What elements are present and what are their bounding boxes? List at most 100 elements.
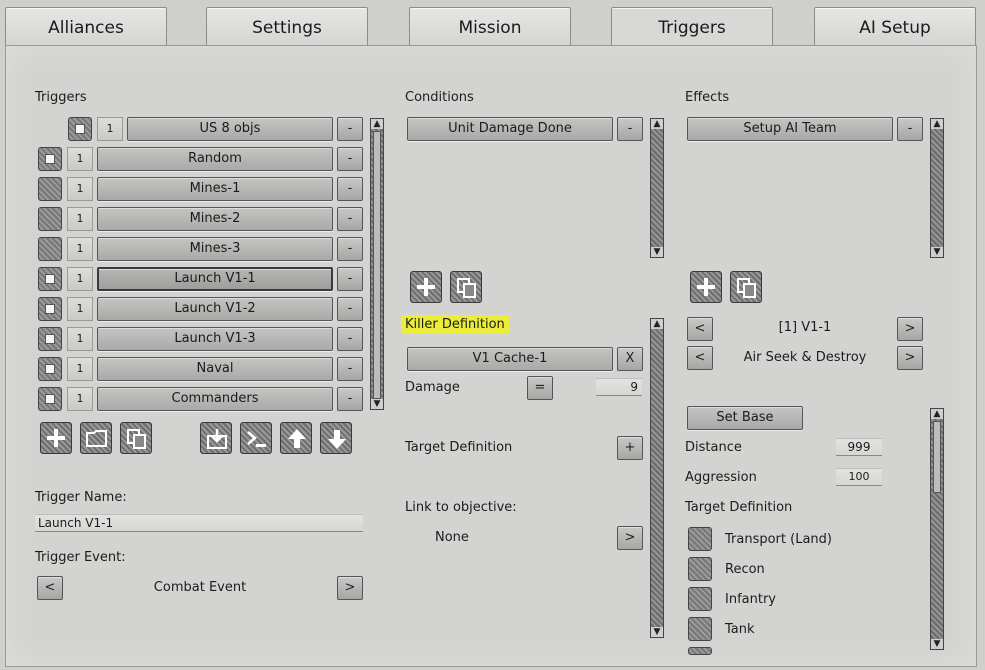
copy-effect-button[interactable] <box>730 271 762 303</box>
target-add-button[interactable]: + <box>617 436 643 460</box>
condition-details-scrollbar[interactable]: ▲ ▼ <box>650 318 664 638</box>
trigger-checkbox[interactable] <box>38 327 62 351</box>
effect-item[interactable]: Setup AI Team <box>687 117 893 141</box>
trigger-checkbox[interactable] <box>38 177 62 201</box>
trigger-checkbox[interactable] <box>38 267 62 291</box>
trigger-item[interactable]: Launch V1-3 <box>97 327 333 351</box>
tab-ai-setup[interactable]: AI Setup <box>814 7 976 46</box>
distance-input[interactable]: 999 <box>836 438 882 456</box>
target-checkbox[interactable] <box>688 647 712 655</box>
copy-condition-button[interactable] <box>450 271 482 303</box>
trigger-remove-button[interactable]: - <box>337 147 363 171</box>
aggression-input[interactable]: 100 <box>836 468 882 486</box>
trigger-event-value: Combat Event <box>153 580 247 595</box>
trigger-remove-button[interactable]: - <box>337 237 363 261</box>
killer-unit-selector[interactable]: V1 Cache-1 <box>407 347 613 371</box>
effect-remove-button[interactable]: - <box>897 117 923 141</box>
trigger-item[interactable]: Mines-2 <box>97 207 333 231</box>
move-down-button[interactable] <box>320 422 352 454</box>
trigger-checkbox[interactable] <box>38 147 62 171</box>
trigger-count[interactable]: 1 <box>67 147 93 171</box>
trigger-remove-button[interactable]: - <box>337 267 363 291</box>
trigger-checkbox[interactable] <box>38 297 62 321</box>
order-prev-button[interactable]: < <box>687 346 713 370</box>
trigger-checkbox[interactable] <box>38 357 62 381</box>
trigger-remove-button[interactable]: - <box>337 177 363 201</box>
scroll-thumb[interactable] <box>373 131 381 399</box>
trigger-item[interactable]: Naval <box>97 357 333 381</box>
trigger-name-input[interactable]: Launch V1-1 <box>35 514 363 532</box>
target-checkbox[interactable] <box>688 617 712 641</box>
tab-alliances[interactable]: Alliances <box>5 7 167 46</box>
scroll-up-icon[interactable]: ▲ <box>931 119 943 129</box>
trigger-remove-button[interactable]: - <box>337 117 363 141</box>
event-prev-button[interactable]: < <box>37 576 63 600</box>
target-checkbox[interactable] <box>688 587 712 611</box>
copy-icon <box>127 429 146 449</box>
link-next-button[interactable]: > <box>617 526 643 550</box>
scroll-down-icon[interactable]: ▼ <box>931 639 943 649</box>
trigger-count[interactable]: 1 <box>67 297 93 321</box>
scroll-thumb[interactable] <box>933 421 941 493</box>
folder-button[interactable] <box>80 422 112 454</box>
trigger-count[interactable]: 1 <box>67 357 93 381</box>
trigger-remove-button[interactable]: - <box>337 207 363 231</box>
trigger-item[interactable]: Mines-1 <box>97 177 333 201</box>
condition-item[interactable]: Unit Damage Done <box>407 117 613 141</box>
trigger-count[interactable]: 1 <box>67 267 93 291</box>
scroll-down-icon[interactable]: ▼ <box>931 247 943 257</box>
console-button[interactable] <box>240 422 272 454</box>
copy-trigger-button[interactable] <box>120 422 152 454</box>
scroll-down-icon[interactable]: ▼ <box>371 399 383 409</box>
trigger-remove-button[interactable]: - <box>337 327 363 351</box>
scroll-up-icon[interactable]: ▲ <box>931 409 943 419</box>
trigger-remove-button[interactable]: - <box>337 387 363 411</box>
trigger-count[interactable]: 1 <box>67 207 93 231</box>
import-button[interactable] <box>200 422 232 454</box>
add-condition-button[interactable] <box>410 271 442 303</box>
trigger-count[interactable]: 1 <box>67 237 93 261</box>
scroll-up-icon[interactable]: ▲ <box>651 319 663 329</box>
trigger-count[interactable]: 1 <box>97 117 123 141</box>
tab-mission[interactable]: Mission <box>409 7 571 46</box>
scroll-down-icon[interactable]: ▼ <box>651 247 663 257</box>
move-up-button[interactable] <box>280 422 312 454</box>
scroll-up-icon[interactable]: ▲ <box>371 119 383 129</box>
killer-clear-button[interactable]: X <box>617 347 643 371</box>
trigger-item[interactable]: Random <box>97 147 333 171</box>
trigger-item[interactable]: Commanders <box>97 387 333 411</box>
trigger-checkbox[interactable] <box>38 207 62 231</box>
damage-operator-button[interactable]: = <box>527 376 553 400</box>
trigger-count[interactable]: 1 <box>67 327 93 351</box>
tab-triggers[interactable]: Triggers <box>611 7 773 48</box>
order-next-button[interactable]: > <box>897 346 923 370</box>
trigger-checkbox[interactable] <box>38 387 62 411</box>
tab-settings[interactable]: Settings <box>206 7 368 46</box>
conditions-scrollbar[interactable]: ▲ ▼ <box>650 118 664 258</box>
effects-scrollbar[interactable]: ▲ ▼ <box>930 118 944 258</box>
target-checkbox[interactable] <box>688 557 712 581</box>
trigger-remove-button[interactable]: - <box>337 357 363 381</box>
trigger-remove-button[interactable]: - <box>337 297 363 321</box>
trigger-item[interactable]: Launch V1-2 <box>97 297 333 321</box>
scroll-down-icon[interactable]: ▼ <box>651 627 663 637</box>
damage-value-input[interactable]: 9 <box>596 378 642 396</box>
team-next-button[interactable]: > <box>897 317 923 341</box>
triggers-scrollbar[interactable]: ▲ ▼ <box>370 118 384 410</box>
add-trigger-button[interactable] <box>40 422 72 454</box>
trigger-count[interactable]: 1 <box>67 387 93 411</box>
effect-details-scrollbar[interactable]: ▲ ▼ <box>930 408 944 650</box>
team-prev-button[interactable]: < <box>687 317 713 341</box>
condition-remove-button[interactable]: - <box>617 117 643 141</box>
trigger-item[interactable]: US 8 objs <box>127 117 333 141</box>
trigger-checkbox[interactable] <box>38 237 62 261</box>
trigger-item[interactable]: Mines-3 <box>97 237 333 261</box>
trigger-count[interactable]: 1 <box>67 177 93 201</box>
trigger-item-selected[interactable]: Launch V1-1 <box>97 267 333 291</box>
scroll-up-icon[interactable]: ▲ <box>651 119 663 129</box>
add-effect-button[interactable] <box>690 271 722 303</box>
target-checkbox[interactable] <box>688 527 712 551</box>
event-next-button[interactable]: > <box>337 576 363 600</box>
set-base-button[interactable]: Set Base <box>687 406 803 430</box>
trigger-checkbox[interactable] <box>68 117 92 141</box>
